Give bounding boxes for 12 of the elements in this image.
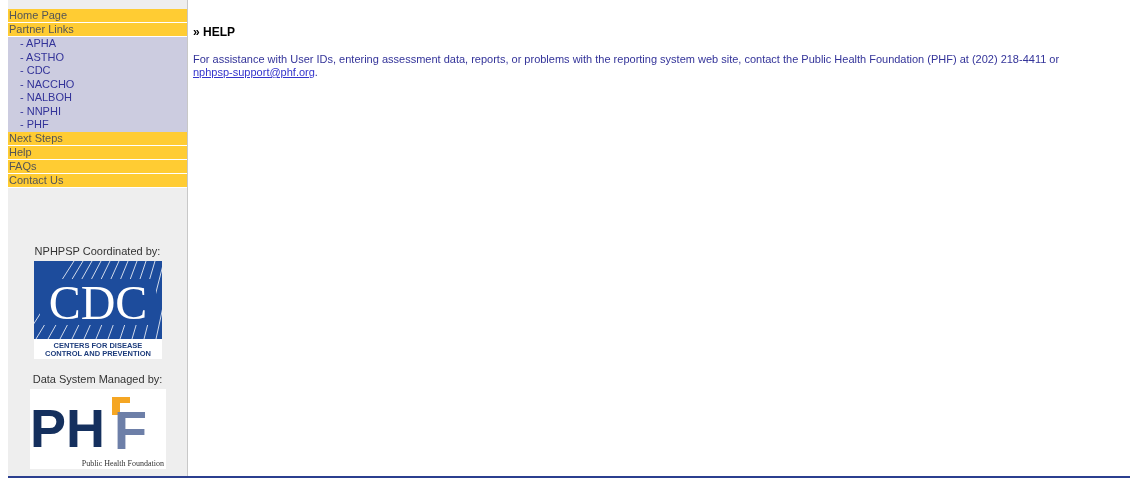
- page-heading: » HELP: [193, 25, 236, 39]
- phf-logo: PH F Public Health Foundation: [29, 388, 166, 469]
- submenu-link[interactable]: - NALBOH: [8, 91, 187, 105]
- submenu-link[interactable]: - CDC: [8, 64, 187, 78]
- menu-link[interactable]: Home Page: [8, 9, 187, 23]
- submenu-link[interactable]: - APHA: [8, 37, 187, 51]
- submenu-link[interactable]: - PHF: [8, 118, 187, 132]
- sponsor-caption: Data System Managed by:: [32, 372, 163, 385]
- menu-link[interactable]: Partner Links: [8, 23, 187, 37]
- help-text: For assistance with User IDs, entering assessment data, reports, or problems with the reporting system web site, contact the Public Health Foundation (PHF) at (202) 218-4411 or nphpsp-support@phf.org.: [193, 53, 1061, 79]
- sponsor-caption: NPHPSP Coordinated by:: [34, 244, 161, 257]
- email-link[interactable]: nphpsp-support@phf.org: [193, 66, 315, 78]
